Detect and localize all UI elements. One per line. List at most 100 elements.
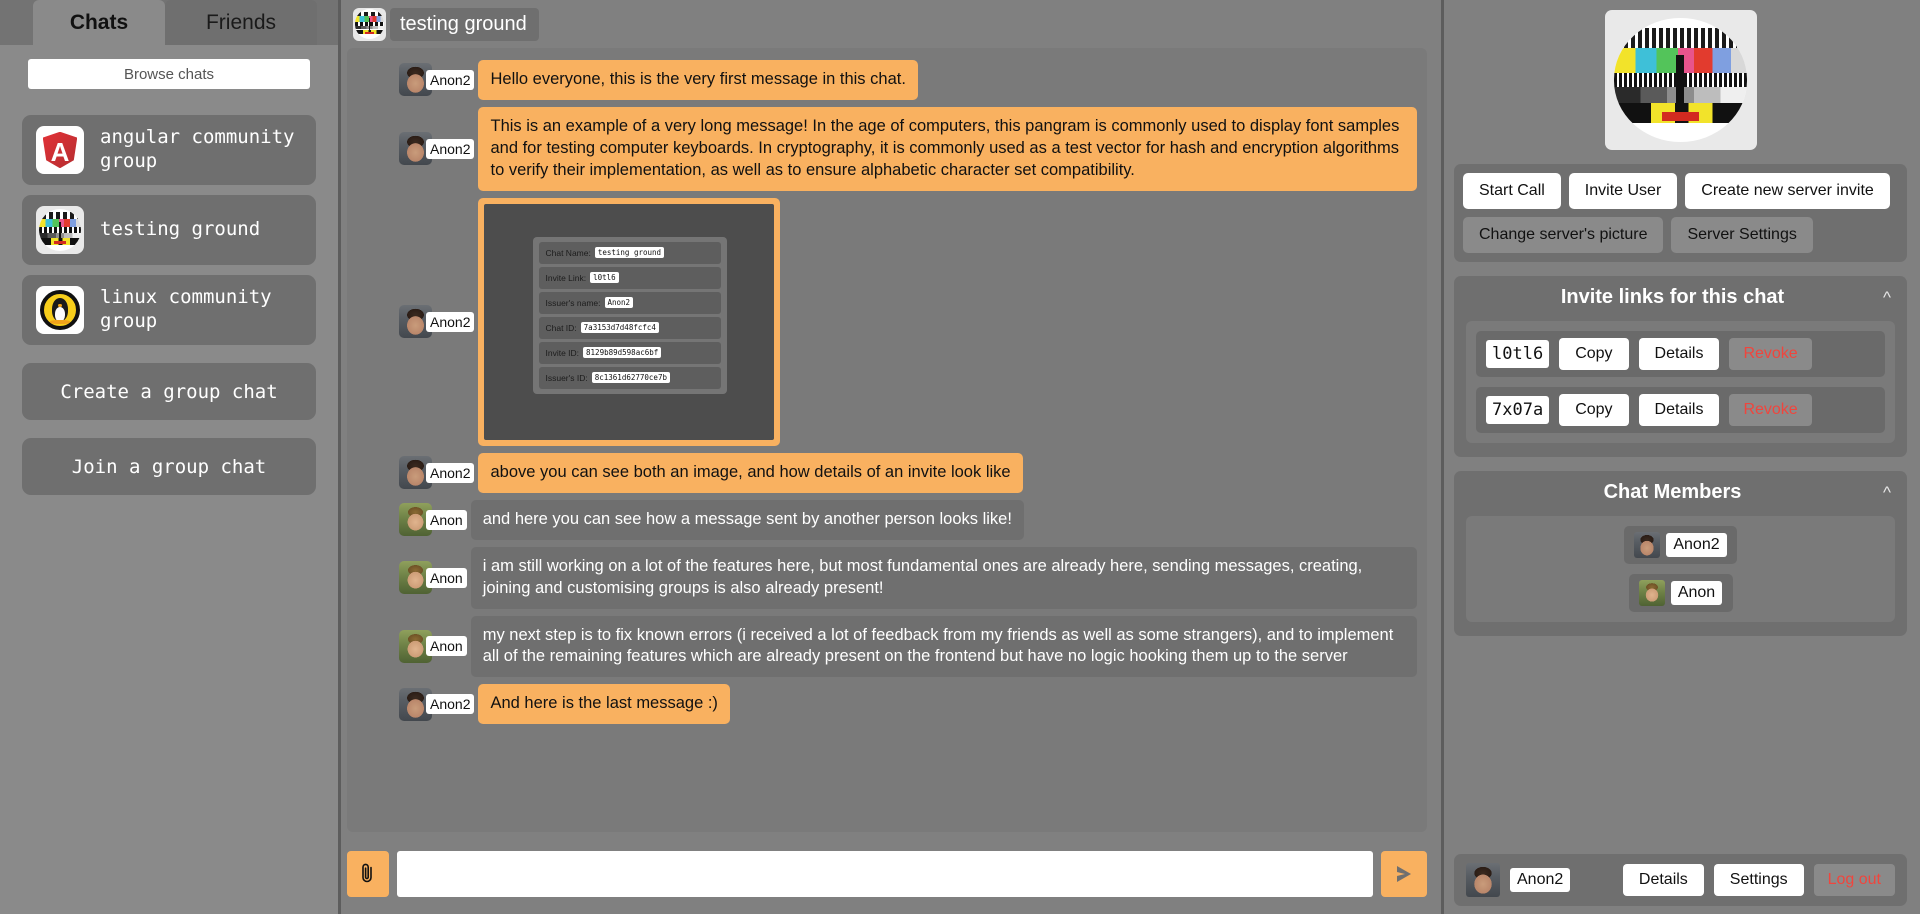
invite-detail-label: Chat ID:	[545, 322, 577, 333]
invite-detail-row: Invite Link: l0tl6	[539, 266, 722, 289]
list-item[interactable]: Anon2	[1624, 526, 1737, 564]
send-arrow-icon[interactable]	[1381, 851, 1427, 897]
embedded-screenshot: Chat Name: testing ground Invite Link: l…	[484, 203, 775, 440]
invite-detail-label: Invite ID:	[545, 347, 580, 358]
invite-detail-label: Chat Name:	[545, 247, 591, 258]
tab-chats[interactable]: Chats	[33, 0, 165, 45]
paperclip-glyph	[362, 863, 372, 883]
tab-chats-label: Chats	[69, 10, 129, 34]
composer	[341, 840, 1441, 908]
invite-links-title: Invite links for this chat	[1560, 286, 1785, 308]
chat-members-list: Anon2 Anon	[1466, 516, 1895, 622]
copy-invite-button[interactable]: Copy	[1559, 338, 1629, 370]
chevron-up-icon[interactable]: ^	[1879, 289, 1895, 306]
app-root: Chats Friends Browse chats A angular com…	[0, 0, 1920, 914]
avatar[interactable]	[1466, 863, 1500, 897]
message-bubble: Hello everyone, this is the very first m…	[478, 60, 918, 100]
profile-details-button[interactable]: Details	[1622, 864, 1704, 896]
change-server-picture-button[interactable]: Change server's picture	[1463, 217, 1664, 253]
revoke-invite-button[interactable]: Revoke	[1729, 394, 1812, 426]
message-row: Anon2 This is an example of a very long …	[347, 106, 1417, 191]
join-group-chat-label: Join a group chat	[71, 455, 267, 478]
chat-members-section: Chat Members ^ Anon2 Anon	[1454, 471, 1907, 636]
invite-detail-row: Issuer's ID: 8c1361d62770ce7b	[539, 366, 722, 389]
chat-list-item-angular[interactable]: A angular community group	[22, 115, 316, 185]
invite-detail-value: testing ground	[594, 247, 665, 259]
message-author: Anon2	[426, 138, 475, 159]
invite-details-button[interactable]: Details	[1638, 338, 1720, 370]
invite-link-row: 7x07a Copy Details Revoke	[1476, 387, 1885, 433]
server-settings-button[interactable]: Server Settings	[1671, 217, 1813, 253]
chat-list-item-linux[interactable]: linux community group	[22, 275, 316, 345]
browse-chats-label: Browse chats	[123, 65, 215, 83]
message-author: Anon2	[426, 311, 475, 332]
message-row: Anon my next step is to fix known errors…	[347, 615, 1417, 678]
invite-detail-value: l0tl6	[590, 272, 619, 284]
logout-button[interactable]: Log out	[1813, 864, 1895, 896]
server-picture[interactable]	[1604, 10, 1757, 150]
invite-detail-value: 8c1361d62770ce7b	[591, 372, 670, 384]
join-group-chat-button[interactable]: Join a group chat	[22, 438, 316, 495]
chat-area: testing ground Anon2 Hello everyone, thi…	[341, 0, 1441, 914]
member-name: Anon2	[1666, 533, 1727, 557]
message-author: Anon2	[426, 462, 475, 483]
message-author: Anon2	[426, 694, 475, 715]
profile-name: Anon2	[1510, 868, 1571, 892]
message-bubble: above you can see both an image, and how…	[478, 452, 1023, 493]
message-author: Anon	[426, 636, 467, 657]
create-group-chat-button[interactable]: Create a group chat	[22, 363, 316, 420]
invite-detail-row: Chat ID: 7a3153d7d48fcfc4	[539, 316, 722, 339]
chat-list-item-label: linux community group	[100, 286, 272, 332]
message-bubble: This is an example of a very long messag…	[478, 106, 1417, 191]
server-actions: Start Call Invite User Create new server…	[1454, 164, 1907, 262]
message-input[interactable]	[397, 851, 1373, 897]
invite-code: l0tl6	[1486, 340, 1550, 368]
member-name: Anon	[1670, 581, 1723, 605]
sidebar: Chats Friends Browse chats A angular com…	[0, 0, 341, 914]
message-bubble: i am still working on a lot of the featu…	[470, 546, 1417, 609]
copy-invite-button[interactable]: Copy	[1559, 394, 1629, 426]
chat-list-item-testing-ground[interactable]: testing ground	[22, 195, 316, 265]
browse-chats-button[interactable]: Browse chats	[28, 59, 310, 89]
message-bubble: my next step is to fix known errors (i r…	[470, 615, 1417, 678]
invite-detail-row: Chat Name: testing ground	[539, 241, 722, 264]
message-image-bubble[interactable]: Chat Name: testing ground Invite Link: l…	[478, 197, 781, 446]
chat-members-header: Chat Members ^	[1466, 481, 1895, 504]
chevron-up-icon[interactable]: ^	[1879, 484, 1895, 501]
message-row: Anon2 Hello everyone, this is the very f…	[347, 60, 1417, 100]
linux-tux-icon	[36, 286, 84, 334]
angular-logo-icon: A	[36, 126, 84, 174]
page-title: testing ground	[390, 7, 539, 41]
profile-settings-button[interactable]: Settings	[1713, 864, 1804, 896]
test-card-icon	[36, 206, 84, 254]
tab-friends-label: Friends	[205, 10, 277, 34]
invite-details-card: Chat Name: testing ground Invite Link: l…	[533, 236, 728, 394]
chat-members-title: Chat Members	[1603, 481, 1742, 503]
create-group-chat-label: Create a group chat	[60, 380, 278, 403]
message-row: Anon2 above you can see both an image, a…	[347, 452, 1417, 493]
chat-list-item-label: testing ground	[100, 218, 261, 241]
invite-links-list: l0tl6 Copy Details Revoke 7x07a Copy Det…	[1466, 321, 1895, 443]
invite-code: 7x07a	[1486, 396, 1550, 424]
message-row: Anon i am still working on a lot of the …	[347, 546, 1417, 609]
message-author: Anon2	[426, 69, 475, 90]
start-call-button[interactable]: Start Call	[1463, 173, 1561, 209]
list-item[interactable]: Anon	[1628, 574, 1733, 612]
message-row: Anon and here you can see how a message …	[347, 499, 1417, 540]
revoke-invite-button[interactable]: Revoke	[1729, 338, 1812, 370]
chat-list: A angular community group testing ground	[0, 115, 338, 495]
invite-detail-label: Invite Link:	[545, 272, 587, 283]
tab-friends[interactable]: Friends	[165, 0, 317, 45]
invite-detail-row: Invite ID: 8129b89d598ac6bf	[539, 341, 722, 364]
message-list[interactable]: Anon2 Hello everyone, this is the very f…	[347, 48, 1427, 832]
sidebar-tabbar: Chats Friends	[0, 0, 338, 45]
invite-user-button[interactable]: Invite User	[1568, 173, 1678, 209]
paperclip-icon[interactable]	[347, 851, 389, 897]
invite-link-row: l0tl6 Copy Details Revoke	[1476, 331, 1885, 377]
invite-detail-label: Issuer's name:	[545, 297, 601, 308]
invite-details-button[interactable]: Details	[1638, 394, 1720, 426]
invite-detail-value: Anon2	[604, 297, 634, 309]
create-new-server-invite-button[interactable]: Create new server invite	[1685, 173, 1890, 209]
message-row: Anon2 And here is the last message :)	[347, 684, 1417, 725]
message-row: Anon2 Chat Name: testing ground Invite L…	[347, 197, 1417, 446]
